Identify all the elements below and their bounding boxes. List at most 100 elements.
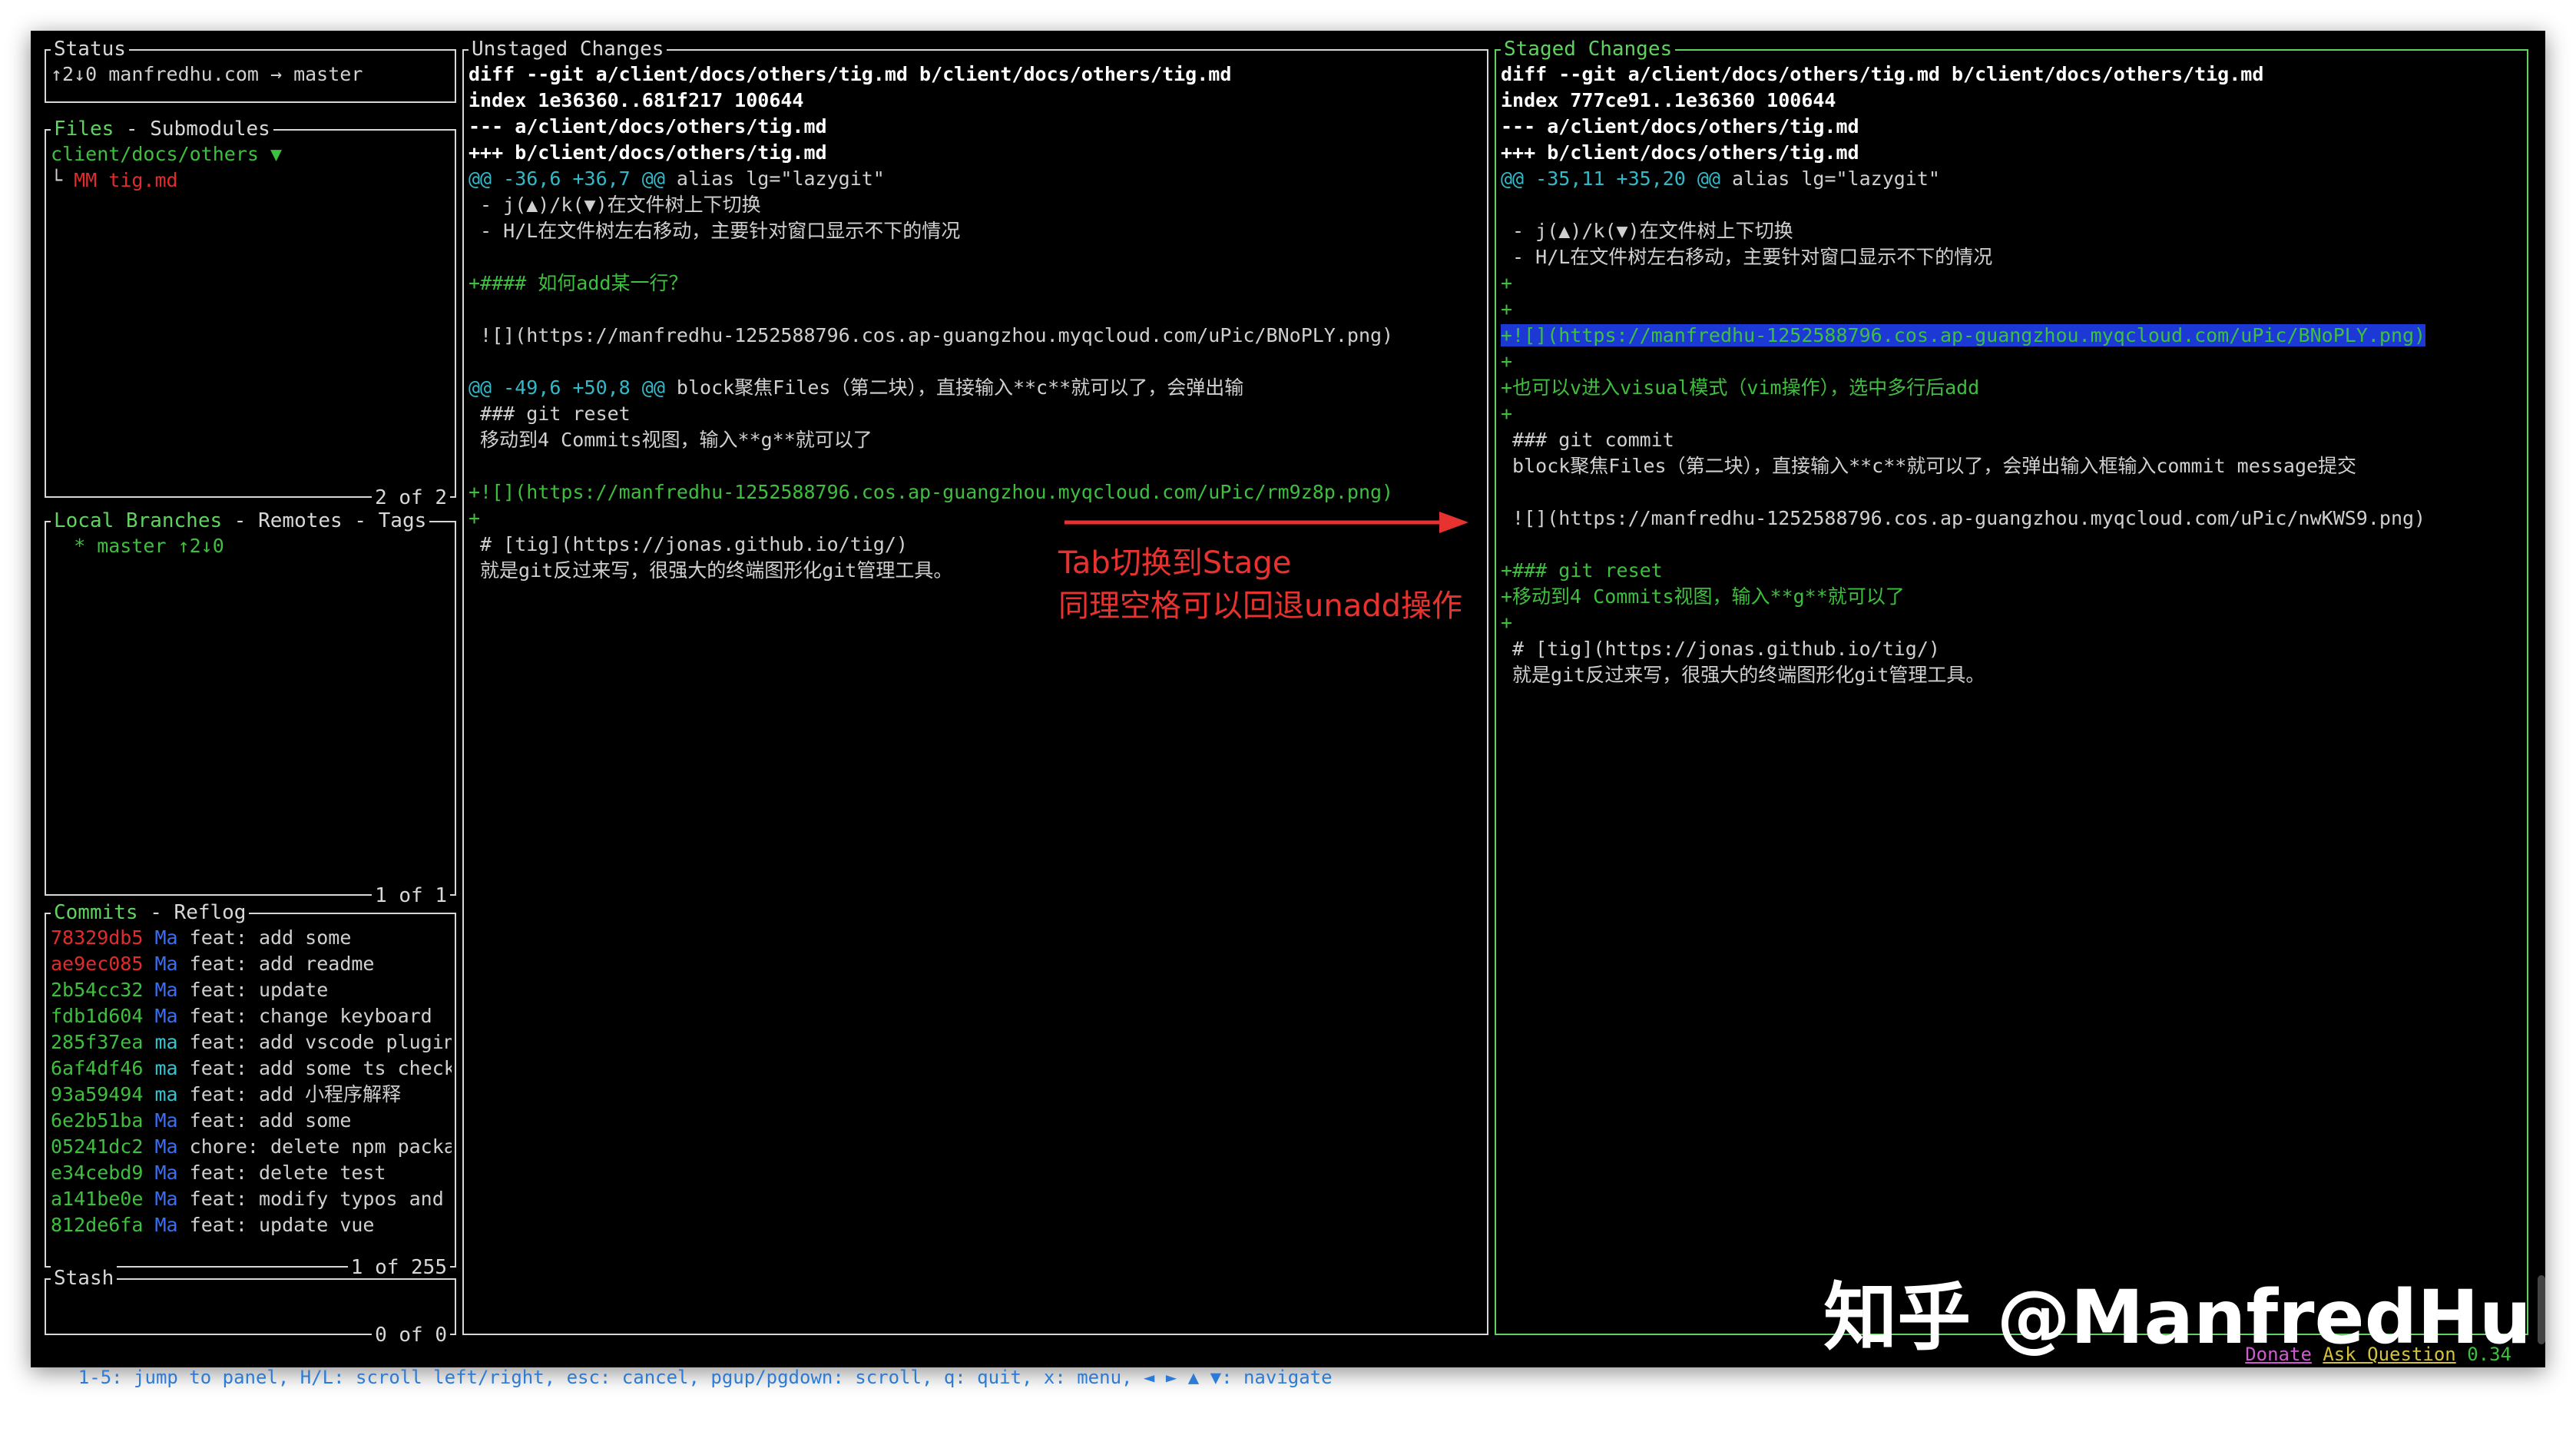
unstaged-diff-line[interactable]: --- a/client/docs/others/tig.md xyxy=(469,114,1484,140)
commit-author: ma xyxy=(154,1031,177,1053)
staged-diff-line[interactable]: + xyxy=(1501,297,2524,323)
commit-hash: 6af4df46 xyxy=(51,1057,143,1079)
file-item[interactable]: └ MM tig.md xyxy=(51,167,452,194)
unstaged-diff-line[interactable]: 移动到4 Commits视图，输入**g**就可以了 xyxy=(469,427,1484,453)
staged-diff-line[interactable]: +++ b/client/docs/others/tig.md xyxy=(1501,140,2524,166)
staged-diff-line[interactable]: block聚焦Files（第二块），直接输入**c**就可以了，会弹出输入框输入… xyxy=(1501,453,2524,479)
unstaged-diff-line[interactable]: ![](https://manfredhu-1252588796.cos.ap-… xyxy=(469,323,1484,349)
commit-row[interactable]: e34cebd9 Ma feat: delete test xyxy=(51,1160,452,1186)
commit-hash: 285f37ea xyxy=(51,1031,143,1053)
commit-row[interactable]: a141be0e Ma feat: modify typos and ad xyxy=(51,1186,452,1212)
commit-hash: 93a59494 xyxy=(51,1083,143,1105)
staged-diff-line[interactable]: +也可以v进入visual模式（vim操作），选中多行后add xyxy=(1501,375,2524,401)
commits-panel[interactable]: Commits - Reflog 78329db5 Ma feat: add s… xyxy=(45,913,456,1268)
tab-commits[interactable]: Commits xyxy=(54,901,138,924)
diff-text: index 1e36360..681f217 100644 xyxy=(469,89,804,111)
staged-changes-panel[interactable]: Staged Changes diff --git a/client/docs/… xyxy=(1495,49,2528,1335)
commit-hash: a141be0e xyxy=(51,1188,143,1210)
diff-text: +### git reset xyxy=(1501,559,1663,582)
unstaged-diff-line[interactable]: +#### 如何add某一行？ xyxy=(469,270,1484,297)
unstaged-diff-line[interactable]: @@ -49,6 +50,8 @@ block聚焦Files（第二块），直接输入… xyxy=(469,375,1484,401)
commit-hash: fdb1d604 xyxy=(51,1005,143,1027)
unstaged-diff-line[interactable]: diff --git a/client/docs/others/tig.md b… xyxy=(469,61,1484,88)
unstaged-changes-panel[interactable]: Unstaged Changes diff --git a/client/doc… xyxy=(462,49,1488,1335)
unstaged-diff-line[interactable]: ### git reset xyxy=(469,401,1484,427)
staged-diff-line[interactable]: ### git commit xyxy=(1501,427,2524,453)
commit-row[interactable]: 78329db5 Ma feat: add some xyxy=(51,925,452,951)
staged-diff-line[interactable]: --- a/client/docs/others/tig.md xyxy=(1501,114,2524,140)
staged-diff-line[interactable]: + xyxy=(1501,349,2524,375)
stash-panel[interactable]: Stash 0 of 0 xyxy=(45,1278,456,1335)
tab-remotes-tags[interactable]: - Remotes - Tags xyxy=(222,509,426,532)
unstaged-diff-line[interactable]: index 1e36360..681f217 100644 xyxy=(469,88,1484,114)
staged-diff-line[interactable]: - j(▲)/k(▼)在文件树上下切换 xyxy=(1501,218,2524,244)
unstaged-diff-line[interactable] xyxy=(469,349,1484,375)
files-count: 2 of 2 xyxy=(372,486,450,510)
staged-diff-line[interactable] xyxy=(1501,532,2524,558)
commit-row[interactable]: 6e2b51ba Ma feat: add some xyxy=(51,1108,452,1134)
tab-files[interactable]: Files xyxy=(54,118,114,141)
hunk-context: alias lg="lazygit" xyxy=(665,167,885,190)
diff-text: +#### 如何add某一行？ xyxy=(469,272,687,294)
commit-row[interactable]: 2b54cc32 Ma feat: update xyxy=(51,977,452,1003)
commit-author: Ma xyxy=(154,1162,177,1184)
diff-text: + xyxy=(1501,403,1512,425)
unstaged-diff-line[interactable]: @@ -36,6 +36,7 @@ alias lg="lazygit" xyxy=(469,166,1484,192)
commit-message: feat: add some ts check xyxy=(190,1057,452,1079)
commit-hash: 6e2b51ba xyxy=(51,1109,143,1132)
commit-row[interactable]: 285f37ea ma feat: add vscode plugin xyxy=(51,1029,452,1056)
diff-text: block聚焦Files（第二块），直接输入**c**就可以了，会弹出输入框输入… xyxy=(1501,455,2356,477)
staged-diff-line[interactable]: # [tig](https://jonas.github.io/tig/) xyxy=(1501,636,2524,662)
window-scrollbar[interactable] xyxy=(2538,1275,2545,1344)
diff-text: +![](https://manfredhu-1252588796.cos.ap… xyxy=(469,481,1393,503)
tab-local-branches[interactable]: Local Branches xyxy=(54,509,222,532)
commit-row[interactable]: 05241dc2 Ma chore: delete npm package xyxy=(51,1134,452,1160)
staged-diff-line[interactable]: + xyxy=(1501,270,2524,297)
status-panel[interactable]: Status ↑2↓0 manfredhu.com → master xyxy=(45,49,456,103)
staged-diff-line[interactable]: diff --git a/client/docs/others/tig.md b… xyxy=(1501,61,2524,88)
diff-text: diff --git a/client/docs/others/tig.md b… xyxy=(1501,63,2263,85)
commit-row[interactable]: 93a59494 ma feat: add 小程序解释 xyxy=(51,1082,452,1108)
staged-diff-line[interactable]: 就是git反过来写，很强大的终端图形化git管理工具。 xyxy=(1501,662,2524,688)
unstaged-diff-line[interactable]: +++ b/client/docs/others/tig.md xyxy=(469,140,1484,166)
staged-diff-line[interactable]: @@ -35,11 +35,20 @@ alias lg="lazygit" xyxy=(1501,166,2524,192)
unstaged-diff-line[interactable]: - H/L在文件树左右移动，主要针对窗口显示不下的情况 xyxy=(469,218,1484,244)
annotation-text: Tab切换到Stage同理空格可以回退unadd操作 xyxy=(1058,542,1462,628)
unstaged-diff-line[interactable]: - j(▲)/k(▼)在文件树上下切换 xyxy=(469,192,1484,218)
staged-diff-line[interactable]: index 777ce91..1e36360 100644 xyxy=(1501,88,2524,114)
commit-row[interactable]: 812de6fa Ma feat: update vue xyxy=(51,1212,452,1238)
tab-submodules[interactable]: - Submodules xyxy=(114,118,270,141)
files-panel[interactable]: Files - Submodules client/docs/others ▼ … xyxy=(45,129,456,498)
staged-diff-line[interactable]: +移动到4 Commits视图，输入**g**就可以了 xyxy=(1501,584,2524,610)
commit-row[interactable]: fdb1d604 Ma feat: change keyboard xyxy=(51,1003,452,1029)
unstaged-diff-line[interactable] xyxy=(469,244,1484,270)
unstaged-diff-line[interactable] xyxy=(469,453,1484,479)
commit-row[interactable]: ae9ec085 Ma feat: add readme xyxy=(51,951,452,977)
diff-text: --- a/client/docs/others/tig.md xyxy=(469,115,827,138)
diff-text: diff --git a/client/docs/others/tig.md b… xyxy=(469,63,1231,85)
unstaged-diff-line[interactable] xyxy=(469,297,1484,323)
staged-diff-line[interactable]: +![](https://manfredhu-1252588796.cos.ap… xyxy=(1501,323,2524,349)
diff-text: + xyxy=(1501,350,1512,373)
directory-item[interactable]: client/docs/others ▼ xyxy=(51,141,452,167)
commit-hash: 2b54cc32 xyxy=(51,979,143,1001)
branch-item-master[interactable]: * master ↑2↓0 xyxy=(51,533,452,559)
tab-reflog[interactable]: - Reflog xyxy=(138,901,247,924)
staged-diff-line[interactable] xyxy=(1501,192,2524,218)
commit-message: feat: add readme xyxy=(190,953,375,975)
staged-diff-line[interactable]: +### git reset xyxy=(1501,558,2524,584)
commit-row[interactable]: 6af4df46 ma feat: add some ts check xyxy=(51,1056,452,1082)
staged-diff-line[interactable] xyxy=(1501,479,2524,505)
branches-panel-title: Local Branches - Remotes - Tags xyxy=(51,509,429,533)
staged-diff-line[interactable]: - H/L在文件树左右移动，主要针对窗口显示不下的情况 xyxy=(1501,244,2524,270)
staged-diff-line[interactable]: + xyxy=(1501,610,2524,636)
staged-diff-line[interactable]: ![](https://manfredhu-1252588796.cos.ap-… xyxy=(1501,505,2524,532)
diff-text: # [tig](https://jonas.github.io/tig/) xyxy=(469,533,908,555)
commit-author: Ma xyxy=(154,979,177,1001)
branches-panel[interactable]: Local Branches - Remotes - Tags * master… xyxy=(45,521,456,896)
commit-author: Ma xyxy=(154,1005,177,1027)
diff-text: @@ -35,11 +35,20 @@ xyxy=(1501,167,1720,190)
staged-diff-line[interactable]: + xyxy=(1501,401,2524,427)
unstaged-diff-line[interactable]: +![](https://manfredhu-1252588796.cos.ap… xyxy=(469,479,1484,505)
commit-author: Ma xyxy=(154,1109,177,1132)
